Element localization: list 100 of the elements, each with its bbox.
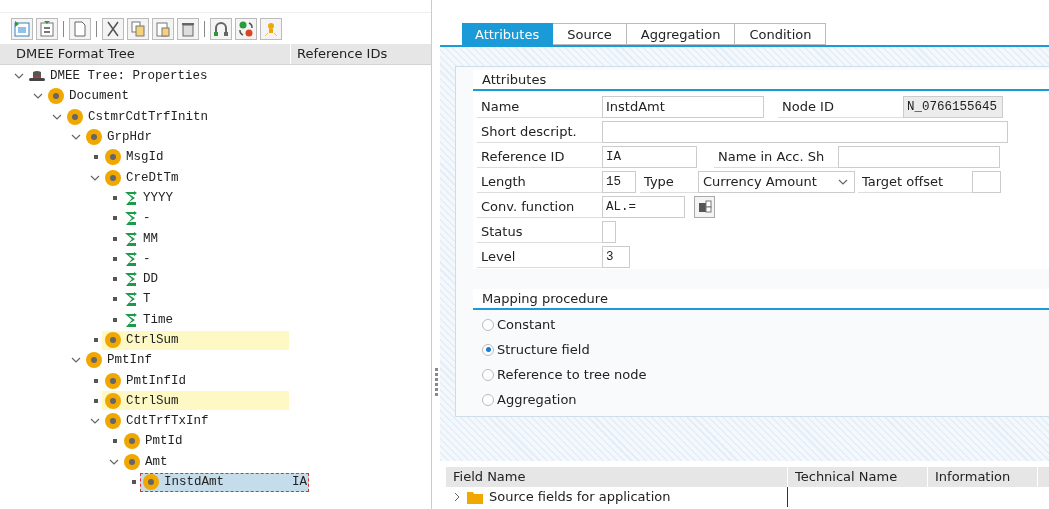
bullet-icon <box>94 155 98 160</box>
function-button[interactable] <box>694 195 715 218</box>
input-field[interactable]: 15 <box>602 170 636 193</box>
tree-node[interactable]: CreDtTm <box>102 168 289 188</box>
radio-button[interactable] <box>482 343 494 356</box>
input-field[interactable]: AL.= <box>602 195 685 218</box>
node-label: - <box>143 251 151 266</box>
node-label: CtrlSum <box>126 393 179 408</box>
zigzag-arrow-icon <box>124 312 138 327</box>
paste-icon <box>155 20 171 37</box>
bullet-icon <box>113 297 117 302</box>
node-label: PmtInf <box>107 353 152 368</box>
zigzag-arrow-icon <box>124 272 138 287</box>
tree-node[interactable]: PmtId <box>121 432 289 451</box>
node-icon <box>124 453 140 470</box>
tree-node[interactable]: - <box>121 249 289 269</box>
input-field[interactable]: IA <box>602 145 697 168</box>
tree-node[interactable]: CstmrCdtTrfInitn <box>64 107 289 127</box>
tab[interactable]: Aggregation <box>626 23 736 45</box>
table-cell[interactable]: Source fields for application <box>489 487 671 507</box>
tree-node[interactable]: Document <box>45 86 289 106</box>
node-icon <box>105 149 121 166</box>
node-label: PmtInfId <box>126 373 186 388</box>
toolbar-button[interactable] <box>235 17 257 40</box>
radio-option[interactable]: Constant <box>473 312 556 337</box>
tree-node[interactable]: GrpHdr <box>83 127 289 147</box>
input-field[interactable]: N_0766155645 <box>903 95 1003 118</box>
node-icon <box>105 332 121 348</box>
node-icon <box>86 352 102 369</box>
zigzag-arrow-icon <box>124 231 138 246</box>
zigzag-arrow-icon <box>124 292 138 307</box>
radio-option[interactable]: Structure field <box>473 337 590 362</box>
splitter-handle-icon[interactable] <box>434 368 438 398</box>
radio-option[interactable]: Aggregation <box>473 387 577 412</box>
zigzag-arrow-icon <box>124 211 138 226</box>
node-label: MM <box>143 231 158 246</box>
tab[interactable]: Source <box>553 23 627 45</box>
tree-node[interactable]: DD <box>121 269 289 289</box>
node-icon <box>67 108 83 125</box>
node-label: DMEE Tree: Properties <box>50 69 208 84</box>
chevron-down-icon <box>838 177 848 186</box>
expand-icon <box>14 20 30 37</box>
input-field[interactable]: InstdAmt <box>602 95 764 118</box>
tab[interactable]: Condition <box>735 23 827 45</box>
bullet-icon <box>94 378 98 383</box>
bullet-icon <box>113 236 117 241</box>
reference-id: IA <box>292 475 308 490</box>
tree-node[interactable]: DMEE Tree: Properties <box>26 66 289 86</box>
input-field[interactable] <box>602 120 1008 143</box>
type-dropdown[interactable]: Currency Amount <box>698 170 855 193</box>
tree-node[interactable]: - <box>121 208 289 228</box>
tree-node[interactable]: InstdAmt IA <box>140 472 309 492</box>
node-label: Amt <box>145 454 168 469</box>
toolbar-button[interactable] <box>177 17 199 40</box>
input-field[interactable] <box>972 170 1001 193</box>
node-label: InstdAmt <box>164 475 224 490</box>
radio-button[interactable] <box>482 393 494 406</box>
tree-node[interactable]: PmtInfId <box>102 371 289 391</box>
node-label: - <box>143 211 151 226</box>
node-icon <box>86 129 102 146</box>
toolbar-button[interactable] <box>102 17 124 40</box>
tree-node[interactable]: CtrlSum <box>102 391 289 411</box>
input-field[interactable] <box>838 145 1000 168</box>
toolbar-button[interactable] <box>210 17 232 40</box>
tree-node[interactable]: MsgId <box>102 147 289 167</box>
radio-button[interactable] <box>482 368 494 381</box>
node-label: Time <box>143 312 173 327</box>
column-header[interactable]: Field Name <box>446 467 788 487</box>
trash-icon <box>180 20 196 37</box>
hat-icon <box>29 70 45 83</box>
toolbar-button[interactable] <box>36 17 58 40</box>
tree-node[interactable]: MM <box>121 229 289 248</box>
tree-node[interactable]: YYYY <box>121 188 289 208</box>
tree-node[interactable]: T <box>121 289 289 309</box>
radio-button[interactable] <box>482 318 494 331</box>
column-header[interactable]: DMEE Format Tree <box>0 44 291 64</box>
dots-icon <box>238 20 254 37</box>
column-header[interactable]: Reference IDs <box>291 44 431 64</box>
bullet-icon <box>113 277 117 282</box>
tree-node[interactable]: Amt <box>121 452 289 472</box>
column-header[interactable]: Information <box>928 467 1038 487</box>
group-title: Attributes <box>473 70 1049 91</box>
scissors-icon <box>105 20 121 37</box>
link-icon <box>213 20 229 37</box>
chevron-right-icon[interactable] <box>453 492 461 502</box>
node-icon <box>124 433 140 450</box>
bullet-icon <box>113 195 117 200</box>
group-title: Mapping procedure <box>473 289 1049 310</box>
node-label: GrpHdr <box>107 130 152 145</box>
node-icon <box>48 88 64 105</box>
input-field[interactable]: 3 <box>602 245 630 268</box>
tree-node[interactable]: CdtTrfTxInf <box>102 411 289 431</box>
lamp-icon <box>263 20 279 37</box>
input-field[interactable] <box>602 220 616 243</box>
tree-node[interactable]: Time <box>121 310 289 330</box>
radio-option[interactable]: Reference to tree node <box>473 362 647 387</box>
tree-node[interactable]: CtrlSum <box>102 330 289 350</box>
column-header[interactable]: Technical Name <box>788 467 928 487</box>
tree-node[interactable]: PmtInf <box>83 350 289 370</box>
node-label: DD <box>143 272 158 287</box>
